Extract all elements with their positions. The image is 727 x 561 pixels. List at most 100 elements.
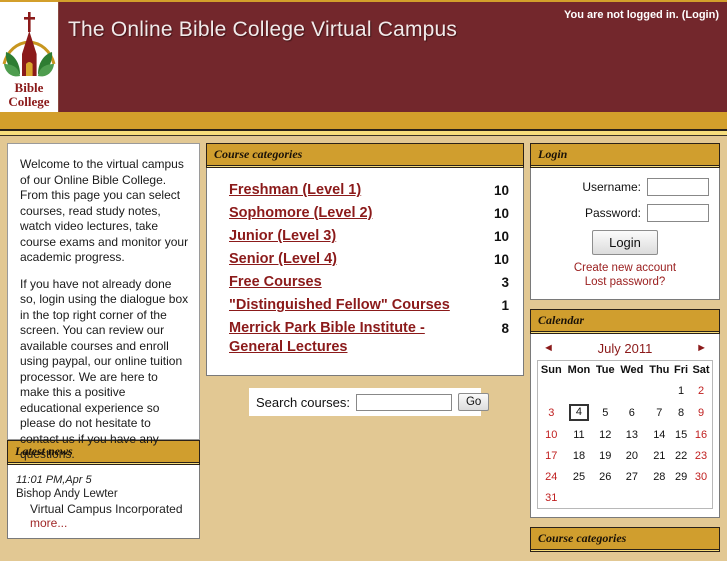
calendar-week-row: 17 18 19 20 21 22 23 [538,445,713,466]
calendar-grid: Sun Mon Tue Wed Thu Fri Sat 1 2 3 4 5 6 7 8 9 10 1… [537,360,713,509]
news-item: 11:01 PM,Apr 5 Bishop Andy Lewter Virtua… [16,474,191,530]
left-column: Welcome to the virtual campus of our Onl… [7,143,200,548]
calendar-day-cell[interactable]: 22 [672,445,690,466]
calendar-day-cell[interactable]: 27 [617,466,646,487]
calendar-week-row: 31 [538,487,713,509]
site-header: Bible College The Online Bible College V… [0,0,727,112]
calendar-day-cell[interactable]: 26 [593,466,617,487]
search-input[interactable] [355,393,452,411]
password-row: Password: [541,204,709,222]
category-link[interactable]: Free Courses [229,273,487,292]
calendar-week-row: 12 [538,380,713,401]
category-link[interactable]: Freshman (Level 1) [229,181,487,200]
bottom-course-categories-title: Course categories [530,527,720,549]
calendar-navigation: ◄ July 2011 ► [537,339,713,360]
calendar-day-cell[interactable]: 24 [538,466,565,487]
calendar-day-cell[interactable]: 8 [672,401,690,424]
calendar-day-cell[interactable]: 14 [646,424,672,445]
site-logo[interactable]: Bible College [0,2,59,112]
course-categories-list: Freshman (Level 1) 10 Sophomore (Level 2… [206,168,524,376]
weekday-header: Sat [692,364,710,376]
calendar-day-cell[interactable]: 13 [617,424,646,445]
category-link[interactable]: "Distinguished Fellow" Courses [229,296,487,315]
login-links: Create new account Lost password? [541,261,709,289]
calendar-day-cell[interactable]: 7 [646,401,672,424]
create-new-account-link[interactable]: Create new account [541,261,709,275]
calendar-day-cell[interactable]: 17 [538,445,565,466]
calendar-prev-month-icon[interactable]: ◄ [543,343,554,354]
calendar-day-number: 4 [568,404,590,421]
search-go-button[interactable]: Go [457,393,490,411]
login-status-text: You are not logged in. [563,9,679,21]
calendar-day-cell[interactable]: 23 [690,445,712,466]
bottom-course-categories-header-rule [530,549,720,552]
header-login-link[interactable]: (Login) [682,9,719,21]
right-column: Login Username: Password: Login Create n… [530,143,720,561]
calendar-day-cell[interactable]: 9 [690,401,712,424]
search-courses-form: Search courses: Go [249,388,490,416]
category-link[interactable]: Sophomore (Level 2) [229,204,487,223]
calendar-day-cell[interactable]: 11 [565,424,594,445]
search-courses-label: Search courses: [256,394,350,410]
list-item[interactable]: "Distinguished Fellow" Courses 1 [229,296,509,315]
weekday-header: Mon [567,364,591,376]
list-item[interactable]: Free Courses 3 [229,273,509,292]
calendar-day-cell[interactable]: 25 [565,466,594,487]
latest-news-block: Latest news 11:01 PM,Apr 5 Bishop Andy L… [7,440,200,539]
news-subject: Virtual Campus Incorporated more... [16,502,191,530]
list-item[interactable]: Freshman (Level 1) 10 [229,181,509,200]
password-input[interactable] [647,204,709,222]
list-item[interactable]: Senior (Level 4) 10 [229,250,509,269]
course-categories-title: Course categories [206,143,524,165]
calendar-empty-cell [690,487,712,509]
calendar-empty-cell [565,487,594,509]
calendar-day-cell[interactable]: 29 [672,466,690,487]
calendar-day-cell[interactable]: 16 [690,424,712,445]
calendar-day-cell[interactable]: 15 [672,424,690,445]
calendar-week-row: 10 11 12 13 14 15 16 [538,424,713,445]
password-label: Password: [584,206,641,220]
calendar-empty-cell [617,487,646,509]
news-subject-text: Virtual Campus Incorporated [30,502,183,516]
list-item[interactable]: Merrick Park Bible Institute - General L… [229,319,509,357]
bible-college-logo-icon: Bible College [2,12,56,109]
news-more-link[interactable]: more... [30,516,67,530]
calendar-day-cell[interactable]: 20 [617,445,646,466]
calendar-day-cell[interactable]: 12 [593,424,617,445]
category-link[interactable]: Merrick Park Bible Institute - General L… [229,319,487,357]
calendar-week-row: 3456789 [538,401,713,424]
calendar-empty-cell [593,487,617,509]
navigation-bar [0,112,727,131]
category-count: 10 [493,252,509,267]
calendar-next-month-icon[interactable]: ► [696,343,707,354]
calendar-day-cell[interactable]: 2 [690,380,712,401]
calendar-day-cell[interactable]: 28 [646,466,672,487]
calendar-day-cell[interactable]: 21 [646,445,672,466]
calendar-day-cell[interactable]: 6 [617,401,646,424]
login-form: Username: Password: Login Create new acc… [530,168,720,300]
category-count: 10 [493,229,509,244]
category-link[interactable]: Senior (Level 4) [229,250,487,269]
calendar-day-cell[interactable]: 3 [538,401,565,424]
calendar-day-cell[interactable]: 18 [565,445,594,466]
calendar-today-cell[interactable]: 4 [565,401,594,424]
login-block-title: Login [530,143,720,165]
calendar-day-cell[interactable]: 10 [538,424,565,445]
calendar-empty-cell [646,380,672,401]
username-input[interactable] [647,178,709,196]
page-content: Welcome to the virtual campus of our Onl… [0,136,727,552]
list-item[interactable]: Sophomore (Level 2) 10 [229,204,509,223]
calendar-day-cell[interactable]: 31 [538,487,565,509]
calendar-empty-cell [672,487,690,509]
calendar-day-cell[interactable]: 1 [672,380,690,401]
login-button[interactable]: Login [592,230,658,255]
calendar-day-cell[interactable]: 30 [690,466,712,487]
calendar-day-cell[interactable]: 5 [593,401,617,424]
category-count: 3 [501,275,509,290]
login-block: Login Username: Password: Login Create n… [530,143,720,300]
list-item[interactable]: Junior (Level 3) 10 [229,227,509,246]
calendar-day-cell[interactable]: 19 [593,445,617,466]
category-link[interactable]: Junior (Level 3) [229,227,487,246]
calendar-title: Calendar [530,309,720,331]
lost-password-link[interactable]: Lost password? [541,275,709,289]
